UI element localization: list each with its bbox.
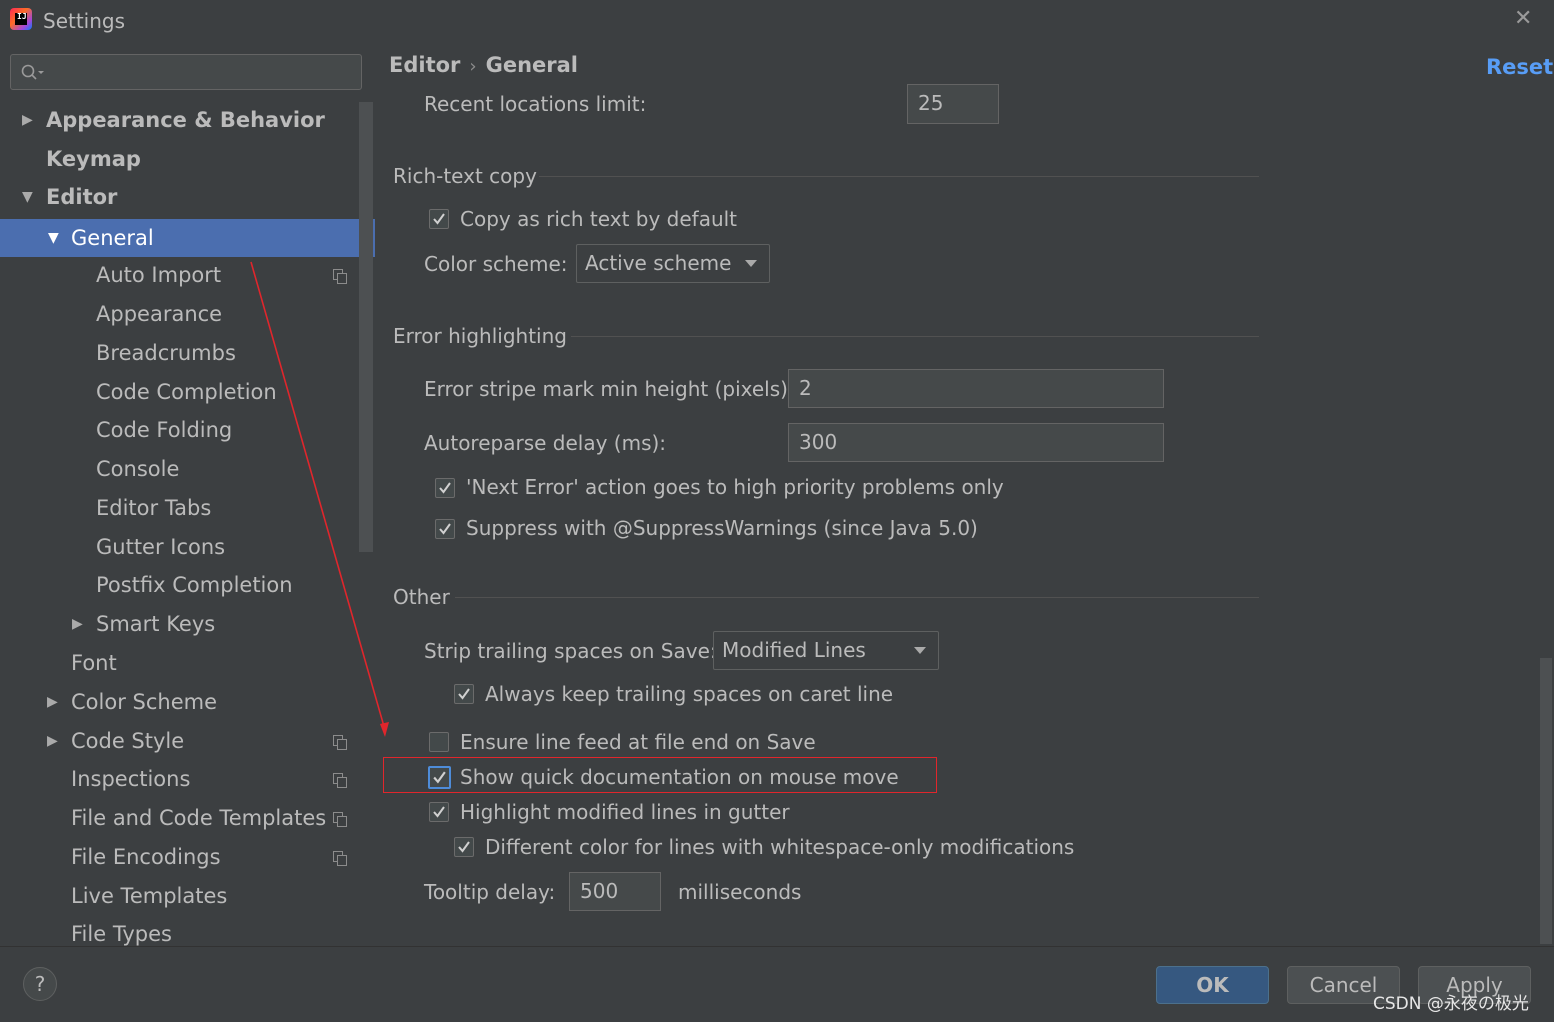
sidebar-item-label: Smart Keys	[96, 612, 216, 636]
sidebar-scrollbar[interactable]	[359, 102, 373, 552]
sidebar-item-breadcrumbs[interactable]: Breadcrumbs	[96, 334, 236, 372]
intellij-app-icon: IJ	[10, 8, 32, 30]
sidebar-item-label: Appearance & Behavior	[46, 108, 325, 132]
expand-arrow-icon[interactable]: ▶	[47, 722, 58, 760]
settings-search-input[interactable]	[10, 54, 362, 90]
suppress-warnings-label: Suppress with @SuppressWarnings (since J…	[466, 516, 978, 540]
sidebar-item-label: Editor	[46, 185, 118, 209]
highlight-modified-label: Highlight modified lines in gutter	[460, 800, 790, 824]
copy-rich-text-checkbox[interactable]	[429, 209, 449, 229]
sidebar-item-label: Code Style	[71, 729, 185, 753]
suppress-warnings-checkbox[interactable]	[435, 519, 455, 539]
error-stripe-label: Error stripe mark min height (pixels):	[424, 377, 795, 401]
highlight-modified-checkbox[interactable]	[429, 802, 449, 822]
checkmark-icon	[433, 806, 445, 818]
settings-content-pane: Editor › General Reset Recent locations li…	[375, 42, 1554, 946]
search-icon	[21, 64, 44, 80]
sidebar-item-file-code-templates[interactable]: File and Code Templates	[71, 799, 326, 837]
sidebar-item-font[interactable]: Font	[71, 644, 117, 682]
color-scheme-label: Color scheme:	[424, 252, 568, 276]
help-button[interactable]: ?	[23, 967, 57, 1001]
expand-arrow-icon[interactable]: ▶	[72, 605, 83, 643]
autoreparse-input[interactable]: 300	[788, 423, 1164, 462]
watermark-text: CSDN @永夜の极光	[1373, 994, 1529, 1014]
sidebar-item-label: Color Scheme	[71, 690, 217, 714]
chevron-down-icon	[914, 647, 926, 654]
window-title: Settings	[43, 9, 126, 33]
tooltip-delay-input[interactable]: 500	[569, 872, 661, 911]
recent-locations-label: Recent locations limit:	[424, 92, 647, 116]
error-stripe-input[interactable]: 2	[788, 369, 1164, 408]
diff-color-label: Different color for lines with whitespac…	[485, 835, 1075, 859]
expand-arrow-icon[interactable]: ▶	[47, 683, 58, 721]
settings-sidebar: ▶ Appearance & Behavior Keymap ▼ Editor …	[0, 42, 375, 946]
section-title-error-highlighting: Error highlighting	[393, 324, 567, 348]
color-scheme-value: Active scheme	[585, 251, 732, 275]
close-icon[interactable]: ✕	[1514, 6, 1532, 31]
sidebar-item-live-templates[interactable]: Live Templates	[71, 877, 227, 915]
chevron-down-icon	[745, 260, 757, 267]
project-scope-icon	[333, 812, 347, 827]
sidebar-item-auto-import[interactable]: Auto Import	[96, 256, 221, 294]
section-divider	[455, 597, 1259, 598]
breadcrumb: Editor › General	[389, 53, 578, 77]
sidebar-item-inspections[interactable]: Inspections	[71, 760, 190, 798]
recent-locations-input[interactable]: 25	[907, 84, 999, 124]
expand-arrow-icon[interactable]: ▶	[22, 101, 33, 139]
checkmark-icon	[433, 213, 445, 225]
keep-trailing-label: Always keep trailing spaces on caret lin…	[485, 682, 894, 706]
annotation-highlight-box	[383, 757, 937, 793]
strip-trailing-label: Strip trailing spaces on Save:	[424, 639, 717, 663]
sidebar-item-keymap[interactable]: Keymap	[46, 140, 141, 178]
project-scope-icon	[333, 269, 347, 284]
sidebar-item-console[interactable]: Console	[96, 450, 179, 488]
sidebar-item-postfix-completion[interactable]: Postfix Completion	[96, 566, 293, 604]
project-scope-icon	[333, 851, 347, 866]
sidebar-item-file-encodings[interactable]: File Encodings	[71, 838, 221, 876]
breadcrumb-separator: ›	[469, 56, 477, 77]
checkmark-icon	[439, 482, 451, 494]
section-divider	[571, 336, 1259, 337]
breadcrumb-general: General	[485, 53, 579, 77]
sidebar-item-label: General	[71, 226, 154, 250]
title-bar	[0, 0, 1554, 42]
checkmark-icon	[458, 688, 470, 700]
sidebar-item-code-folding[interactable]: Code Folding	[96, 411, 232, 449]
collapse-arrow-icon[interactable]: ▼	[22, 178, 33, 216]
collapse-arrow-icon[interactable]: ▼	[48, 219, 59, 257]
checkmark-icon	[458, 841, 470, 853]
section-divider	[539, 176, 1259, 177]
strip-trailing-value: Modified Lines	[722, 638, 866, 662]
sidebar-item-editor-tabs[interactable]: Editor Tabs	[96, 489, 211, 527]
project-scope-icon	[333, 773, 347, 788]
color-scheme-dropdown[interactable]: Active scheme	[576, 244, 770, 283]
tooltip-delay-label: Tooltip delay:	[424, 880, 556, 904]
autoreparse-label: Autoreparse delay (ms):	[424, 431, 667, 455]
copy-rich-text-label: Copy as rich text by default	[460, 207, 738, 231]
line-feed-label: Ensure line feed at file end on Save	[460, 730, 816, 754]
diff-color-checkbox[interactable]	[454, 837, 474, 857]
sidebar-item-appearance[interactable]: Appearance	[96, 295, 222, 333]
section-title-other: Other	[393, 585, 450, 609]
line-feed-checkbox[interactable]	[429, 732, 449, 752]
sidebar-item-gutter-icons[interactable]: Gutter Icons	[96, 528, 225, 566]
tooltip-unit-label: milliseconds	[678, 880, 802, 904]
sidebar-item-code-completion[interactable]: Code Completion	[96, 373, 277, 411]
next-error-checkbox[interactable]	[435, 478, 455, 498]
section-title-rich-text: Rich-text copy	[393, 164, 537, 188]
checkmark-icon	[439, 523, 451, 535]
reset-link[interactable]: Reset	[1486, 55, 1553, 79]
project-scope-icon	[333, 735, 347, 750]
next-error-label: 'Next Error' action goes to high priorit…	[466, 475, 1004, 499]
ok-button[interactable]: OK	[1156, 966, 1269, 1004]
keep-trailing-checkbox[interactable]	[454, 684, 474, 704]
strip-trailing-dropdown[interactable]: Modified Lines	[713, 631, 939, 670]
content-scrollbar[interactable]	[1540, 658, 1552, 944]
breadcrumb-editor[interactable]: Editor	[389, 53, 460, 77]
